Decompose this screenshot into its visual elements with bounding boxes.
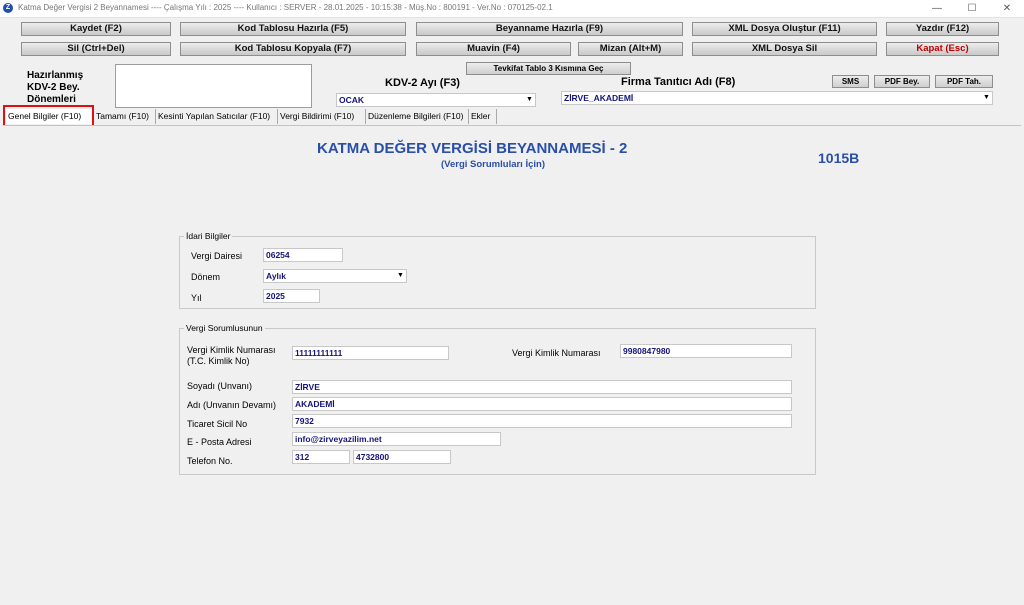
tckn-field[interactable]: 11111111111 bbox=[292, 346, 449, 360]
adi-label: Adı (Unvanın Devamı) bbox=[187, 400, 277, 410]
beyanname-hazirla-button[interactable]: Beyanname Hazırla (F9) bbox=[416, 22, 683, 36]
muavin-button[interactable]: Muavin (F4) bbox=[416, 42, 571, 56]
firma-value: ZİRVE_AKADEMİ bbox=[564, 93, 634, 103]
page-title: KATMA DEĞER VERGİSİ BEYANNAMESİ - 2 bbox=[317, 140, 628, 157]
kdv-ayi-label: KDV-2 Ayı (F3) bbox=[385, 77, 460, 89]
yazdir-button[interactable]: Yazdır (F12) bbox=[886, 22, 999, 36]
telefon-label: Telefon No. bbox=[187, 456, 233, 466]
kdv-ayi-value: OCAK bbox=[339, 95, 365, 105]
idari-bilgiler-title: İdari Bilgiler bbox=[184, 231, 233, 241]
firma-label: Firma Tanıtıcı Adı (F8) bbox=[621, 76, 736, 88]
donem-value: Aylık bbox=[266, 271, 287, 281]
pdf-tah-button[interactable]: PDF Tah. bbox=[935, 75, 993, 88]
chevron-down-icon: ▼ bbox=[982, 93, 991, 103]
xml-dosya-olustur-button[interactable]: XML Dosya Oluştur (F11) bbox=[692, 22, 877, 36]
vergi-dairesi-field[interactable]: 06254 bbox=[263, 248, 343, 262]
eposta-label: E - Posta Adresi bbox=[187, 437, 252, 447]
firma-select[interactable]: ZİRVE_AKADEMİ ▼ bbox=[561, 91, 993, 105]
maximize-button[interactable]: ☐ bbox=[955, 0, 989, 17]
kdv-ayi-select[interactable]: OCAK ▼ bbox=[336, 93, 536, 107]
ticaret-sicil-field[interactable]: 7932 bbox=[292, 414, 792, 428]
kod-tablosu-hazirla-button[interactable]: Kod Tablosu Hazırla (F5) bbox=[180, 22, 406, 36]
tab-duzenleme-bilgileri[interactable]: Düzenleme Bilgileri (F10) bbox=[366, 109, 469, 124]
form-code: 1015B bbox=[818, 150, 860, 166]
eposta-field[interactable]: info@zirveyazilim.net bbox=[292, 432, 501, 446]
app-logo-icon: Z bbox=[3, 3, 13, 13]
donem-select[interactable]: Aylık ▼ bbox=[263, 269, 407, 283]
kod-tablosu-kopyala-button[interactable]: Kod Tablosu Kopyala (F7) bbox=[180, 42, 406, 56]
kapat-button[interactable]: Kapat (Esc) bbox=[886, 42, 999, 56]
yil-field[interactable]: 2025 bbox=[263, 289, 320, 303]
hazirlanmis-donemler-label: Hazırlanmış KDV-2 Bey. Dönemleri bbox=[27, 70, 84, 105]
page-subtitle: (Vergi Sorumluları İçin) bbox=[441, 159, 545, 170]
window-title: Katma Değer Vergisi 2 Beyannamesi ---- Ç… bbox=[18, 3, 553, 12]
vkn-label: Vergi Kimlik Numarası bbox=[512, 348, 601, 358]
tckn-label: Vergi Kimlik Numarası (T.C. Kimlik No) bbox=[187, 345, 276, 366]
chevron-down-icon: ▼ bbox=[396, 271, 405, 281]
title-bar: Z Katma Değer Vergisi 2 Beyannamesi ----… bbox=[0, 0, 1024, 18]
highlight-box bbox=[3, 105, 94, 127]
vkn-field[interactable]: 9980847980 bbox=[620, 344, 792, 358]
tab-kesinti-yapilan-saticilar[interactable]: Kesinti Yapılan Satıcılar (F10) bbox=[156, 109, 278, 124]
minimize-button[interactable]: — bbox=[920, 0, 954, 17]
kaydet-button[interactable]: Kaydet (F2) bbox=[21, 22, 171, 36]
chevron-down-icon: ▼ bbox=[525, 95, 534, 105]
tab-vergi-bildirimi[interactable]: Vergi Bildirimi (F10) bbox=[278, 109, 366, 124]
donem-label: Dönem bbox=[191, 272, 221, 282]
telefon-no-field[interactable]: 4732800 bbox=[353, 450, 451, 464]
sil-button[interactable]: Sil (Ctrl+Del) bbox=[21, 42, 171, 56]
app-window: Z Katma Değer Vergisi 2 Beyannamesi ----… bbox=[0, 0, 1024, 605]
soyadi-label: Soyadı (Unvanı) bbox=[187, 381, 253, 391]
telefon-kod-field[interactable]: 312 bbox=[292, 450, 350, 464]
pdf-bey-button[interactable]: PDF Bey. bbox=[874, 75, 930, 88]
sms-button[interactable]: SMS bbox=[832, 75, 869, 88]
xml-dosya-sil-button[interactable]: XML Dosya Sil bbox=[692, 42, 877, 56]
soyadi-field[interactable]: ZİRVE bbox=[292, 380, 792, 394]
vergi-sorumlusu-title: Vergi Sorumlusunun bbox=[184, 323, 265, 333]
yil-label: Yıl bbox=[191, 293, 202, 303]
hazirlanmis-donemler-list[interactable] bbox=[115, 64, 312, 108]
tab-ekler[interactable]: Ekler bbox=[469, 109, 497, 124]
mizan-button[interactable]: Mizan (Alt+M) bbox=[578, 42, 683, 56]
tab-tamami[interactable]: Tamamı (F10) bbox=[94, 109, 156, 124]
tevkifat-tablo-button[interactable]: Tevkifat Tablo 3 Kısmına Geç bbox=[466, 62, 631, 75]
adi-field[interactable]: AKADEMİ bbox=[292, 397, 792, 411]
ticaret-sicil-label: Ticaret Sicil No bbox=[187, 419, 248, 429]
vergi-dairesi-label: Vergi Dairesi bbox=[191, 251, 243, 261]
close-window-button[interactable]: ✕ bbox=[990, 0, 1024, 17]
